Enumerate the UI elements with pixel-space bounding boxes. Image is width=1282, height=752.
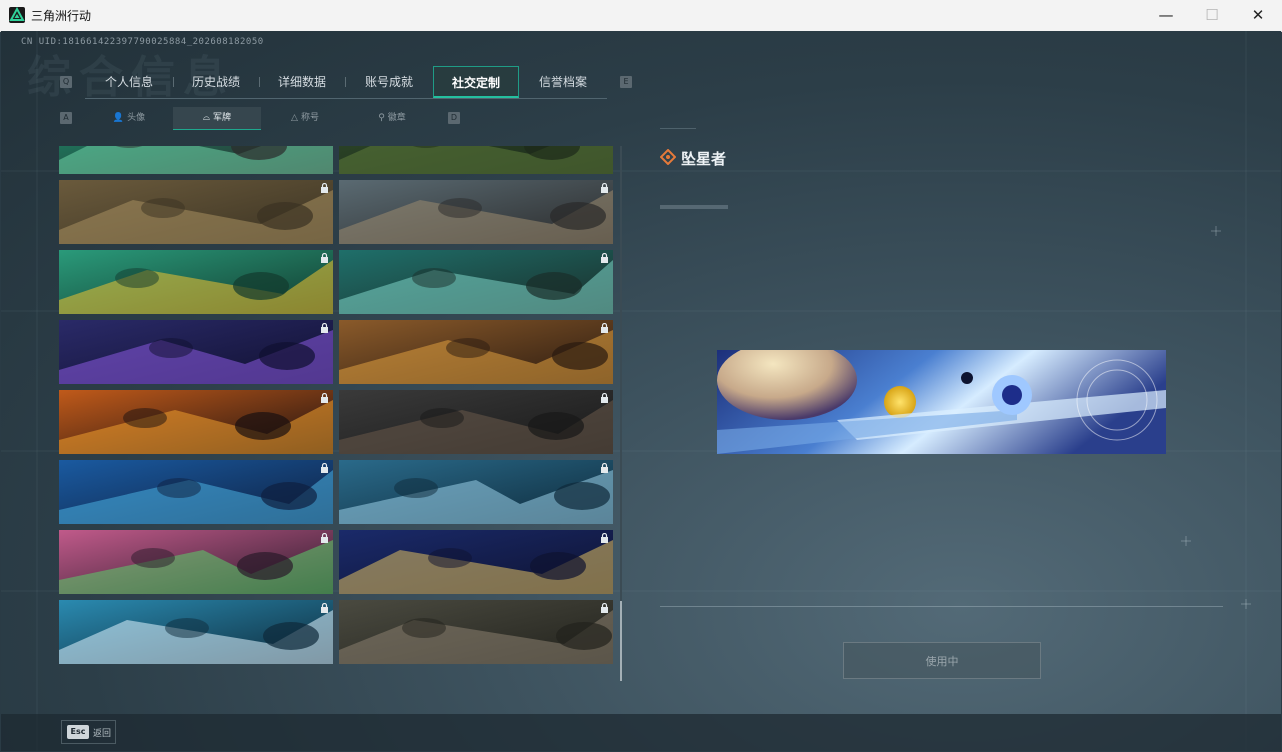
subtab-avatar[interactable]: 👤 头像 xyxy=(85,107,173,130)
tab-prev-key[interactable]: Q xyxy=(60,76,72,88)
subtab-label: 徽章 xyxy=(387,113,406,123)
subtab-label: 称号 xyxy=(300,113,319,123)
tab-achievements[interactable]: 账号成就 xyxy=(345,66,433,98)
title-icon: △ xyxy=(291,113,298,123)
scrollbar-thumb[interactable] xyxy=(620,601,622,681)
subtab-dogtag[interactable]: ⌓ 军牌 xyxy=(173,107,261,130)
bottom-bar xyxy=(1,714,1281,751)
decor-bar xyxy=(660,205,728,209)
dogtag-card-orange-soldier[interactable] xyxy=(339,320,613,384)
subtab-label: 头像 xyxy=(127,113,146,123)
dogtag-card-forest-soldier[interactable] xyxy=(339,146,613,174)
detail-divider xyxy=(660,606,1223,607)
dogtag-card-desert-tank[interactable] xyxy=(59,180,333,244)
subtab-next-key[interactable]: D xyxy=(448,112,460,124)
dogtag-card-teal-drone[interactable] xyxy=(339,250,613,314)
subtab-title[interactable]: △ 称号 xyxy=(261,107,349,130)
badge-icon: ⚲ xyxy=(378,113,385,123)
dogtag-card-dark-room[interactable] xyxy=(339,390,613,454)
lock-icon xyxy=(600,182,609,193)
subtab-prev-key[interactable]: A xyxy=(60,112,72,124)
tab-next-key[interactable]: E xyxy=(620,76,632,88)
dogtag-grid xyxy=(59,146,617,681)
diamond-target-icon xyxy=(659,148,677,166)
tab-personal-info[interactable]: 个人信息 xyxy=(85,66,173,98)
dogtag-card-orange-burst[interactable] xyxy=(59,390,333,454)
dogtag-icon: ⌓ xyxy=(202,113,211,123)
dogtag-preview xyxy=(717,350,1166,454)
lock-icon xyxy=(600,322,609,333)
sub-tabs: 👤 头像 ⌓ 军牌 △ 称号 ⚲ 徽章 xyxy=(85,107,435,130)
tab-social-customization[interactable]: 社交定制 xyxy=(433,66,519,98)
lock-icon xyxy=(320,252,329,263)
lock-icon xyxy=(600,252,609,263)
grid-scrollbar[interactable] xyxy=(620,146,622,681)
lock-icon xyxy=(600,462,609,473)
minimize-button[interactable]: — xyxy=(1143,0,1189,31)
person-icon: 👤 xyxy=(112,113,125,123)
dogtag-name: 坠星者 xyxy=(681,150,727,168)
in-use-button[interactable]: 使用中 xyxy=(843,642,1041,679)
lock-icon xyxy=(320,322,329,333)
dogtag-card-ruins[interactable] xyxy=(339,600,613,664)
decor-line xyxy=(660,128,696,129)
main-tabs: 个人信息 历史战绩 详细数据 账号成就 社交定制 信誉档案 xyxy=(85,66,607,99)
esc-key: Esc xyxy=(67,725,89,739)
subtab-badge[interactable]: ⚲ 徽章 xyxy=(349,107,435,130)
dogtag-card-pink-green[interactable] xyxy=(59,530,333,594)
window-title: 三角洲行动 xyxy=(31,9,92,23)
tab-credit-record[interactable]: 信誉档案 xyxy=(519,66,607,98)
dogtag-card-cyan-explosion[interactable] xyxy=(59,600,333,664)
dogtag-card-green-logo[interactable] xyxy=(59,250,333,314)
lock-icon xyxy=(320,462,329,473)
game-viewport: 综合信息 CN UID:181661422397790025884_202608… xyxy=(1,31,1281,751)
dogtag-card-navy-hand[interactable] xyxy=(339,530,613,594)
back-label: 返回 xyxy=(93,729,112,739)
lock-icon xyxy=(320,182,329,193)
tab-match-history[interactable]: 历史战绩 xyxy=(173,66,259,98)
dogtag-card-blue-robot[interactable] xyxy=(339,460,613,524)
lock-icon xyxy=(320,602,329,613)
lock-icon xyxy=(600,602,609,613)
window-titlebar: 三角洲行动 — ☐ ✕ xyxy=(0,0,1282,32)
dogtag-card-green-vine[interactable] xyxy=(59,146,333,174)
dogtag-card-blue-wave[interactable] xyxy=(59,460,333,524)
lock-icon xyxy=(600,532,609,543)
lock-icon xyxy=(320,532,329,543)
dogtag-card-desert-armor[interactable] xyxy=(339,180,613,244)
close-button[interactable]: ✕ xyxy=(1235,0,1281,31)
lock-icon xyxy=(320,392,329,403)
maximize-button[interactable]: ☐ xyxy=(1189,0,1235,31)
tab-detailed-stats[interactable]: 详细数据 xyxy=(259,66,345,98)
app-logo-icon xyxy=(9,6,25,23)
lock-icon xyxy=(600,392,609,403)
dogtag-card-purple-lightning[interactable] xyxy=(59,320,333,384)
subtab-label: 军牌 xyxy=(213,113,232,123)
player-uid: CN UID:181661422397790025884_20260818205… xyxy=(21,37,264,47)
